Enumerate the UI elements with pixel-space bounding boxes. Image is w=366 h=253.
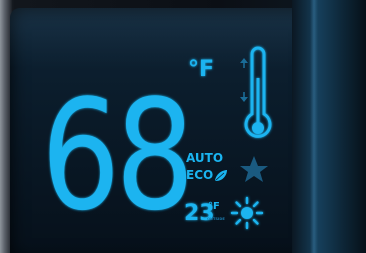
snowflake-icon <box>240 156 268 182</box>
eco-label: ECO <box>186 168 213 182</box>
outside-caption: OUTSIDE <box>207 217 225 221</box>
up-arrow-icon[interactable] <box>240 58 248 68</box>
leaf-icon <box>215 170 227 181</box>
sun-icon <box>230 196 264 230</box>
outside-unit: °F <box>208 201 220 212</box>
thermometer-icon <box>244 46 272 138</box>
mode-label: AUTO <box>186 151 223 165</box>
set-temperature: 68 <box>41 67 190 244</box>
thermostat-display: 68 °F AUTO ECO 23 °F OUTSIDE <box>0 0 366 253</box>
down-arrow-icon[interactable] <box>240 92 248 102</box>
thermostat-photo: 68 °F AUTO ECO 23 °F OUTSIDE <box>0 0 366 253</box>
display-graphics: 68 °F AUTO ECO 23 °F OUTSIDE <box>41 46 272 244</box>
temperature-unit: °F <box>188 57 214 82</box>
